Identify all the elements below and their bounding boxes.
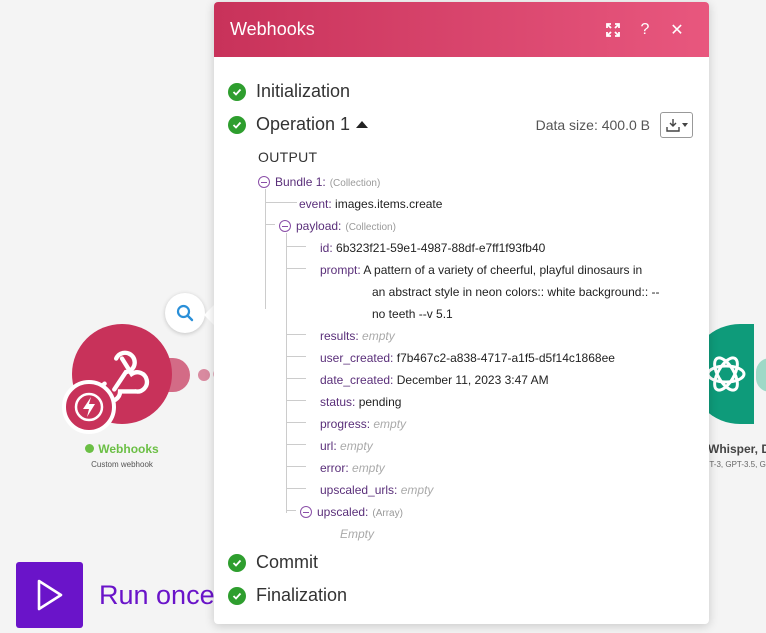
prompt-line-2: an abstract style in neon colors:: white… [372,285,660,299]
tree-node-upscaled[interactable]: upscaled: (Array) [300,501,403,523]
webhook-module-subtitle: Custom webhook [91,460,153,469]
modal-body: Initialization Operation 1 Data size: 40… [214,57,709,605]
check-circle-icon [228,553,246,572]
download-icon [665,118,680,132]
openai-module-connector[interactable] [756,358,766,392]
expand-button[interactable] [597,14,629,46]
collapse-icon[interactable] [300,506,312,518]
stage-label: Operation 1 [256,114,351,134]
webhooks-output-modal: Webhooks ? ✕ Initialization Operation 1 … [214,2,709,624]
check-circle-icon [228,82,246,101]
stage-label: Commit [256,552,318,572]
help-button[interactable]: ? [629,14,661,46]
tree-node-event: event: images.items.create [299,197,443,211]
route-dot [198,369,210,381]
stage-finalization[interactable]: Finalization [228,579,347,612]
tree-node-results: results: empty [320,329,395,343]
close-icon: ✕ [670,21,684,39]
stage-initialization[interactable]: Initialization [228,75,693,108]
openai-icon [706,356,746,392]
openai-module-title: Whisper, D [708,442,766,456]
modal-title: Webhooks [230,19,315,39]
collapse-icon[interactable] [258,176,270,188]
prompt-line-3: no teeth --v 5.1 [372,307,453,321]
help-icon: ? [640,20,650,38]
tree-node-date-created: date_created: December 11, 2023 3:47 AM [320,373,549,387]
stage-operation-1[interactable]: Operation 1 Data size: 400.0 B [228,108,693,141]
search-icon [176,304,194,322]
output-tree: Bundle 1: (Collection) event: images.item… [258,171,693,571]
tree-node-user-created: user_created: f7b467c2-a838-4717-a1f5-d5… [320,351,615,365]
modal-pointer [204,305,214,325]
stage-commit[interactable]: Commit [228,546,347,579]
webhook-module-title: Webhooks [60,442,184,456]
chevron-down-icon [681,122,688,127]
tree-node-error: error: empty [320,461,385,475]
play-icon [37,579,62,611]
tree-node-upscaled-urls: upscaled_urls: empty [320,483,434,497]
tree-node-payload[interactable]: payload: (Collection) [279,215,396,237]
expand-icon [606,22,620,37]
collapse-icon[interactable] [279,220,291,232]
check-circle-icon [228,115,246,134]
close-button[interactable]: ✕ [661,14,693,46]
output-heading: OUTPUT [258,149,318,165]
tree-node-progress: progress: empty [320,417,407,431]
run-once-label[interactable]: Run once [99,580,215,611]
tree-node-url: url: empty [320,439,373,453]
download-output-button[interactable] [660,111,693,138]
run-once-button[interactable] [16,562,83,628]
inspect-output-bubble[interactable] [165,293,205,333]
openai-module-subtitle: PT-3, GPT-3.5, GP [704,460,766,469]
check-circle-icon [228,586,246,605]
stage-label: Initialization [256,81,351,101]
success-dot-icon [85,444,95,453]
tree-node-id: id: 6b323f21-59e1-4987-88df-e7ff1f93fb40 [320,241,546,255]
caret-up-icon[interactable] [356,121,369,128]
upscaled-empty-text: Empty [340,527,375,541]
modal-header: Webhooks ? ✕ [214,2,709,57]
tree-node-bundle-1[interactable]: Bundle 1: (Collection) [258,171,380,193]
lightning-icon [74,392,104,422]
instant-trigger-badge [62,380,116,434]
stage-label: Finalization [256,585,348,605]
tree-node-prompt: prompt: A pattern of a variety of cheerf… [320,263,643,277]
tree-node-status: status: pending [320,395,402,409]
data-size-text: Data size: 400.0 B [535,116,650,133]
